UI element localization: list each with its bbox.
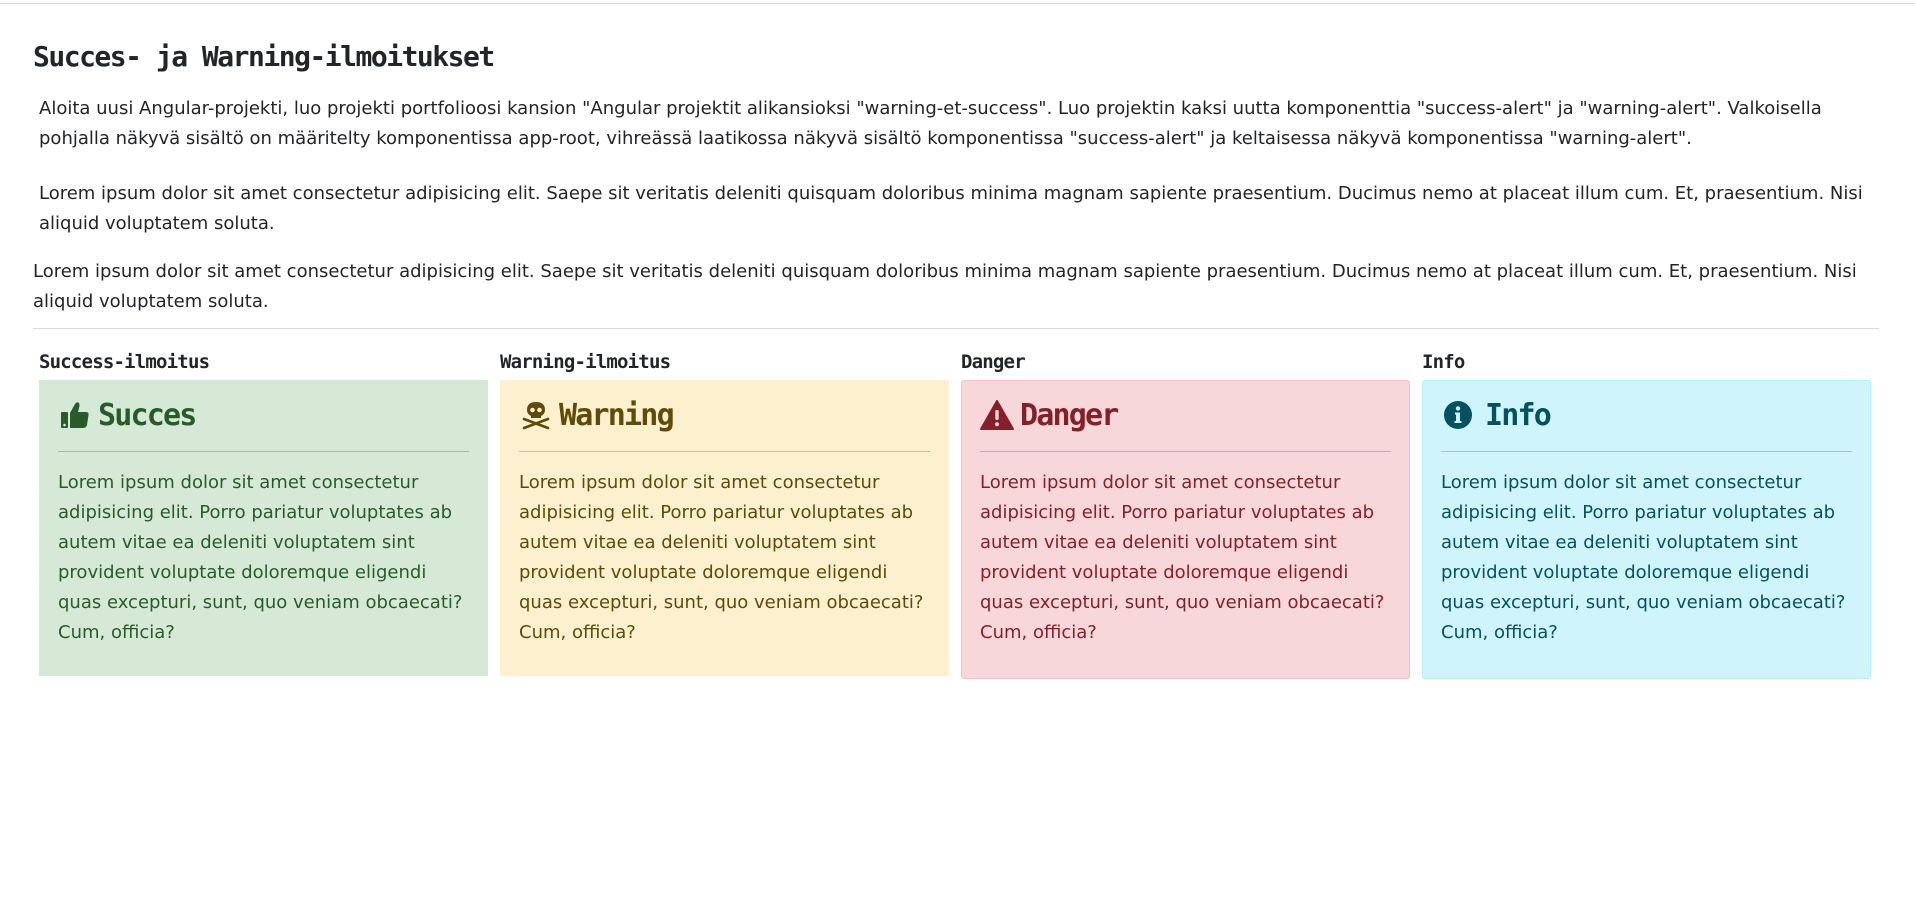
danger-alert: Danger Lorem ipsum dolor sit amet consec… bbox=[961, 380, 1410, 679]
danger-column: Danger Danger Lorem ipsum dolor sit amet… bbox=[955, 350, 1410, 679]
intro-paragraph: Aloita uusi Angular-projekti, luo projek… bbox=[39, 98, 1822, 149]
success-heading: Success-ilmoitus bbox=[39, 351, 210, 373]
info-circle-icon bbox=[1441, 398, 1475, 432]
success-alert: Succes Lorem ipsum dolor sit amet consec… bbox=[39, 380, 488, 676]
info-column: Info Info Lorem ipsum dolor sit amet con… bbox=[1416, 350, 1871, 679]
section-divider bbox=[33, 328, 1879, 329]
warning-triangle-icon bbox=[980, 398, 1014, 432]
warning-column: Warning-ilmoitus Warning Lorem ipsum dol… bbox=[494, 350, 949, 676]
page-title: Succes- ja Warning-ilmoitukset bbox=[33, 40, 495, 73]
info-alert-header: Info bbox=[1441, 395, 1852, 452]
danger-alert-title: Danger bbox=[1020, 397, 1119, 433]
warning-alert-title: Warning bbox=[559, 397, 675, 433]
lorem-paragraph-1: Lorem ipsum dolor sit amet consectetur a… bbox=[39, 183, 1863, 234]
thumbs-up-icon bbox=[58, 398, 92, 432]
danger-heading: Danger bbox=[961, 351, 1026, 373]
info-alert-body: Lorem ipsum dolor sit amet consectetur a… bbox=[1441, 472, 1846, 643]
warning-heading: Warning-ilmoitus bbox=[500, 351, 671, 373]
skull-crossbones-icon bbox=[519, 398, 553, 432]
danger-alert-body: Lorem ipsum dolor sit amet consectetur a… bbox=[980, 472, 1385, 643]
info-alert-title: Info bbox=[1485, 397, 1552, 433]
info-alert: Info Lorem ipsum dolor sit amet consecte… bbox=[1422, 380, 1871, 679]
success-alert-header: Succes bbox=[58, 395, 469, 452]
danger-alert-header: Danger bbox=[980, 395, 1391, 452]
warning-alert-header: Warning bbox=[519, 395, 930, 452]
success-alert-title: Succes bbox=[98, 397, 197, 433]
lorem-paragraph-2: Lorem ipsum dolor sit amet consectetur a… bbox=[33, 261, 1857, 312]
warning-alert-body: Lorem ipsum dolor sit amet consectetur a… bbox=[519, 472, 924, 643]
warning-alert: Warning Lorem ipsum dolor sit amet conse… bbox=[500, 380, 949, 676]
top-divider bbox=[0, 3, 1915, 4]
info-heading: Info bbox=[1422, 351, 1465, 373]
success-column: Success-ilmoitus Succes Lorem ipsum dolo… bbox=[33, 350, 488, 676]
success-alert-body: Lorem ipsum dolor sit amet consectetur a… bbox=[58, 472, 463, 643]
